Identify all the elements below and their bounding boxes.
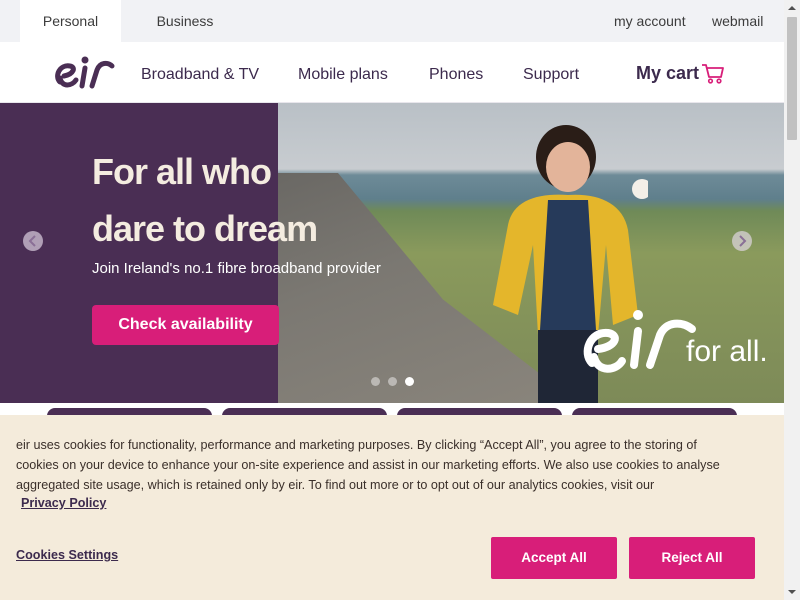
my-account-link[interactable]: my account: [614, 0, 686, 42]
cookie-message: eir uses cookies for functionality, perf…: [16, 438, 720, 492]
eir-logo[interactable]: [52, 52, 116, 96]
cart-button[interactable]: My cart: [636, 62, 725, 84]
cookies-settings-link[interactable]: Cookies Settings: [16, 548, 118, 562]
hero-tagline: for all.: [686, 335, 768, 368]
cart-icon: [702, 64, 724, 84]
scroll-up-icon[interactable]: [784, 0, 800, 16]
carousel-dot[interactable]: [388, 377, 397, 386]
top-utility-bar: Personal Business my account webmail: [0, 0, 784, 42]
carousel-dots: [371, 377, 414, 386]
hero-carousel: For all who dare to dream Join Ireland's…: [0, 103, 784, 403]
nav-phones[interactable]: Phones: [429, 66, 483, 84]
nav-broadband-tv[interactable]: Broadband & TV: [141, 66, 259, 84]
check-availability-button[interactable]: Check availability: [92, 305, 279, 345]
hero-title: For all who dare to dream: [92, 143, 318, 257]
hero-subtitle: Join Ireland's no.1 fibre broadband prov…: [92, 260, 381, 277]
main-navigation: Broadband & TV Mobile plans Phones Suppo…: [0, 42, 784, 103]
tab-business[interactable]: Business: [135, 0, 235, 42]
hero-title-line-2: dare to dream: [92, 208, 318, 249]
scrollbar-thumb[interactable]: [787, 17, 797, 140]
carousel-prev-button[interactable]: [23, 231, 43, 251]
cart-label: My cart: [636, 62, 700, 83]
chevron-right-icon: [739, 235, 747, 247]
privacy-policy-link[interactable]: Privacy Policy: [21, 496, 106, 510]
cookie-banner: eir uses cookies for functionality, perf…: [0, 415, 784, 600]
tab-personal[interactable]: Personal: [20, 0, 121, 42]
accept-all-button[interactable]: Accept All: [491, 537, 617, 579]
carousel-dot[interactable]: [371, 377, 380, 386]
nav-mobile-plans[interactable]: Mobile plans: [298, 66, 388, 84]
scroll-down-icon[interactable]: [784, 584, 800, 600]
hero-title-line-1: For all who: [92, 151, 272, 192]
nav-support[interactable]: Support: [523, 66, 579, 84]
page-scrollbar[interactable]: [784, 0, 800, 600]
carousel-dot-active[interactable]: [405, 377, 414, 386]
reject-all-button[interactable]: Reject All: [629, 537, 755, 579]
chevron-left-icon: [28, 235, 36, 247]
webmail-link[interactable]: webmail: [712, 0, 763, 42]
carousel-next-button[interactable]: [732, 231, 752, 251]
